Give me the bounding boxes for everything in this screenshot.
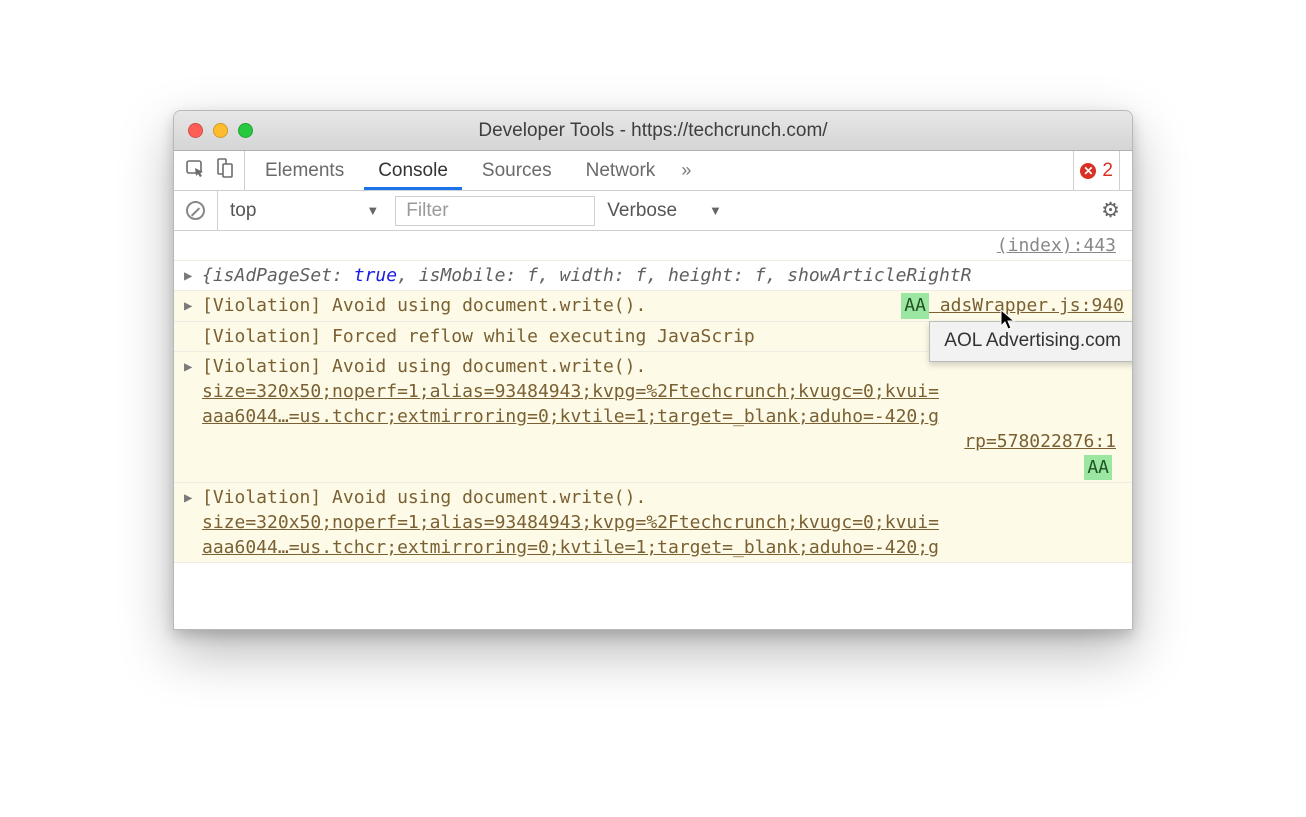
tab-elements[interactable]: Elements [251, 151, 358, 190]
violation-message: ▶ [Violation] Avoid using document.write… [174, 352, 1132, 483]
error-icon: ✕ [1080, 163, 1096, 179]
devtools-window: Developer Tools - https://techcrunch.com… [173, 110, 1133, 630]
tabs-overflow-icon[interactable]: » [675, 160, 697, 181]
console-toolbar: top ▼ Verbose ▼ ⚙ [174, 191, 1132, 231]
settings-icon[interactable]: ⚙ [1101, 198, 1120, 223]
attribution-badge[interactable]: AA [1084, 455, 1112, 480]
error-count[interactable]: ✕ 2 [1073, 151, 1120, 190]
window-title: Developer Tools - https://techcrunch.com… [174, 120, 1132, 142]
error-count-value: 2 [1102, 160, 1113, 182]
inspector-icons [186, 151, 245, 190]
attribution-badge[interactable]: AA [901, 293, 929, 318]
disclosure-icon[interactable]: ▶ [184, 489, 192, 509]
filter-input[interactable] [395, 196, 595, 226]
attribution-tooltip: AOL Advertising.com [929, 321, 1132, 362]
source-link[interactable]: aaa6044…=us.tchcr;extmirroring=0;kvtile=… [202, 406, 939, 427]
dropdown-icon: ▼ [366, 203, 379, 218]
tab-sources[interactable]: Sources [468, 151, 566, 190]
dropdown-icon: ▼ [709, 203, 722, 218]
tab-console[interactable]: Console [364, 151, 462, 190]
titlebar: Developer Tools - https://techcrunch.com… [174, 111, 1132, 151]
clear-console-icon[interactable] [186, 201, 205, 220]
source-link[interactable]: (index):443 [174, 231, 1132, 261]
disclosure-icon[interactable]: ▶ [184, 358, 192, 378]
source-link[interactable]: aaa6044…=us.tchcr;extmirroring=0;kvtile=… [202, 537, 939, 558]
disclosure-icon[interactable]: ▶ [184, 297, 192, 317]
level-label: Verbose [607, 200, 677, 222]
devtools-tabs: Elements Console Sources Network » ✕ 2 [174, 151, 1132, 191]
source-link[interactable]: size=320x50;noperf=1;alias=93484943;kvpg… [202, 381, 939, 402]
message-text: [Violation] Avoid using document.write()… [202, 295, 646, 316]
violation-message: ▶ [Violation] Avoid using document.write… [174, 291, 1132, 321]
message-text: [Violation] Avoid using document.write()… [202, 356, 646, 377]
violation-message: ▶ [Violation] Avoid using document.write… [174, 483, 1132, 564]
tab-network[interactable]: Network [572, 151, 670, 190]
disclosure-icon[interactable]: ▶ [184, 267, 192, 287]
message-text: [Violation] Avoid using document.write()… [202, 487, 646, 508]
console-object[interactable]: ▶ {isAdPageSet: true, isMobile: f, width… [174, 261, 1132, 291]
source-link[interactable]: size=320x50;noperf=1;alias=93484943;kvpg… [202, 512, 939, 533]
message-text: [Violation] Forced reflow while executin… [202, 326, 755, 347]
level-select[interactable]: Verbose ▼ [607, 200, 722, 222]
source-link[interactable]: rp=578022876:1 [964, 431, 1116, 452]
element-picker-icon[interactable] [186, 158, 206, 184]
mouse-cursor-icon [1000, 309, 1016, 329]
context-select[interactable]: top ▼ [217, 191, 383, 230]
device-toggle-icon[interactable] [216, 158, 234, 184]
console-output: (index):443 ▶ {isAdPageSet: true, isMobi… [174, 231, 1132, 629]
context-label: top [230, 200, 256, 222]
